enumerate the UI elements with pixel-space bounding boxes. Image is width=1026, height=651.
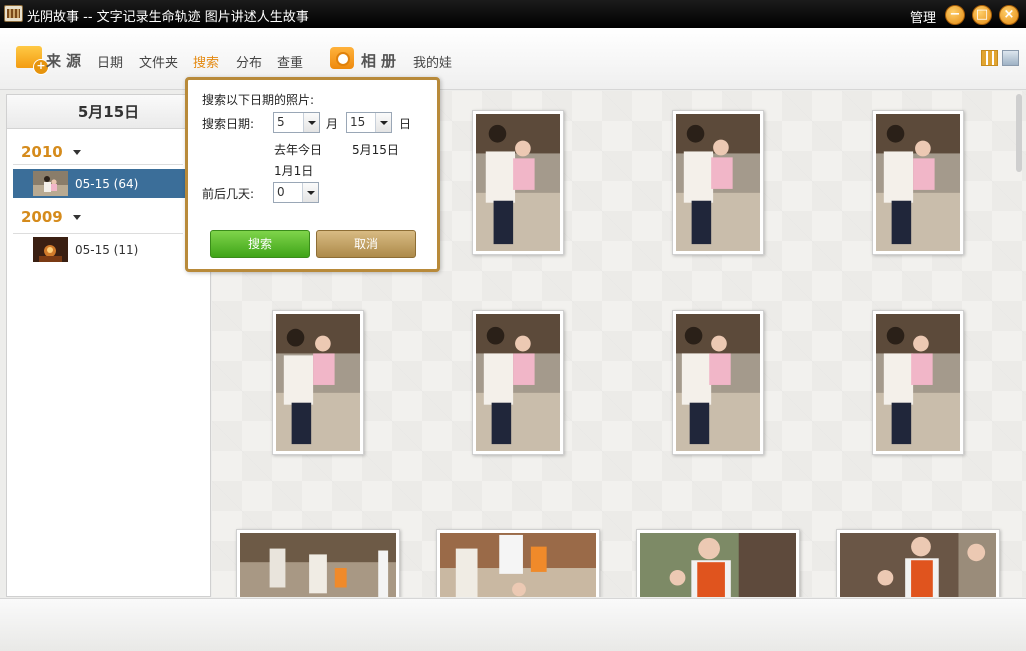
range-days-label: 前后几天:	[202, 187, 255, 201]
photo-thumbnail[interactable]	[472, 310, 564, 455]
search-date-label: 搜索日期:	[202, 117, 255, 131]
quick-last-year-link[interactable]: 去年今日	[274, 141, 322, 158]
nav-distribution[interactable]: 分布	[236, 52, 262, 71]
collapse-arrow-icon[interactable]	[73, 215, 81, 220]
folder-add-icon[interactable]	[16, 46, 49, 75]
status-bar	[0, 598, 1026, 651]
minimize-button[interactable]: −	[945, 5, 965, 25]
photo-image	[240, 533, 396, 597]
month-unit-label: 月	[326, 117, 339, 131]
collapse-arrow-icon[interactable]	[73, 150, 81, 155]
photo-thumbnail[interactable]	[272, 310, 364, 455]
search-button[interactable]: 搜索	[210, 230, 310, 258]
range-days-select[interactable]: 0	[273, 182, 319, 203]
photo-thumbnail[interactable]	[672, 310, 764, 455]
photo-image	[676, 114, 760, 251]
close-button[interactable]: ×	[999, 5, 1019, 25]
photo-thumbnail[interactable]	[636, 529, 800, 597]
day-select[interactable]: 15	[346, 112, 392, 133]
thumbnail-image	[33, 237, 68, 262]
single-view-icon[interactable]	[1002, 50, 1019, 66]
photo-thumbnail[interactable]	[236, 529, 400, 597]
photo-image	[676, 314, 760, 451]
window-title: 光阴故事 -- 文字记录生命轨迹 图片讲述人生故事	[27, 10, 309, 25]
main-toolbar: 来源 日期 文件夹 搜索 分布 查重 相册 我的娃	[0, 28, 1026, 90]
photo-thumbnail[interactable]	[672, 110, 764, 255]
vertical-scrollbar[interactable]	[1016, 94, 1022, 172]
divider	[13, 164, 183, 165]
date-sidebar: 5月15日 2010 05-15 (64) 2009 05-15 (11)	[6, 94, 211, 597]
photo-thumbnail[interactable]	[872, 310, 964, 455]
title-bar: 光阴故事 -- 文字记录生命轨迹 图片讲述人生故事 管理 − □ ×	[0, 0, 1026, 28]
year-2010-label[interactable]: 2010	[21, 143, 63, 161]
quick-new-year-link[interactable]: 1月1日	[274, 162, 313, 179]
camera-album-icon[interactable]	[330, 47, 354, 69]
divider	[13, 233, 183, 234]
sidebar-row-label: 05-15 (64)	[75, 177, 139, 191]
photo-image	[840, 533, 996, 597]
nav-date[interactable]: 日期	[97, 52, 123, 71]
photo-image	[640, 533, 796, 597]
quick-today-link[interactable]: 5月15日	[352, 141, 399, 158]
photo-image	[476, 314, 560, 451]
nav-folder[interactable]: 文件夹	[139, 52, 178, 71]
manage-menu[interactable]: 管理	[910, 7, 936, 26]
range-days-value: 0	[277, 185, 285, 199]
photo-thumbnail[interactable]	[836, 529, 1000, 597]
photo-image	[276, 314, 360, 451]
year-2009-label[interactable]: 2009	[21, 208, 63, 226]
month-select[interactable]: 5	[273, 112, 320, 133]
grid-view-icon[interactable]	[981, 50, 998, 66]
album-my-baby[interactable]: 我的娃	[413, 52, 452, 71]
dropdown-arrow-icon[interactable]	[302, 183, 318, 202]
nav-search[interactable]: 搜索	[193, 52, 219, 71]
photo-image	[440, 533, 596, 597]
sidebar-row-2009-0515[interactable]: 05-15 (11)	[13, 235, 192, 264]
day-unit-label: 日	[399, 117, 412, 131]
cancel-button[interactable]: 取消	[316, 230, 416, 258]
film-strip-app-icon	[4, 5, 23, 22]
photo-image	[476, 114, 560, 251]
date-search-popup: 搜索以下日期的照片: 搜索日期: 5 月 15 日 去年今日 5月15日 1月1…	[185, 77, 440, 272]
dropdown-arrow-icon[interactable]	[303, 113, 319, 132]
maximize-button[interactable]: □	[972, 5, 992, 25]
thumbnail-image	[33, 171, 68, 196]
popup-heading: 搜索以下日期的照片:	[202, 93, 315, 107]
month-value: 5	[277, 115, 285, 129]
photo-thumbnail[interactable]	[872, 110, 964, 255]
photo-image	[876, 314, 960, 451]
day-value: 15	[350, 115, 366, 129]
album-group-label: 相册	[361, 52, 402, 70]
sidebar-date-header: 5月15日	[7, 95, 210, 129]
sidebar-row-2010-0515[interactable]: 05-15 (64)	[13, 169, 192, 198]
sidebar-row-label: 05-15 (11)	[75, 243, 139, 257]
photo-thumbnail[interactable]	[472, 110, 564, 255]
source-group-label: 来源	[46, 52, 87, 70]
photo-thumbnail[interactable]	[436, 529, 600, 597]
nav-duplicates[interactable]: 查重	[277, 52, 303, 71]
dropdown-arrow-icon[interactable]	[375, 113, 391, 132]
photo-image	[876, 114, 960, 251]
